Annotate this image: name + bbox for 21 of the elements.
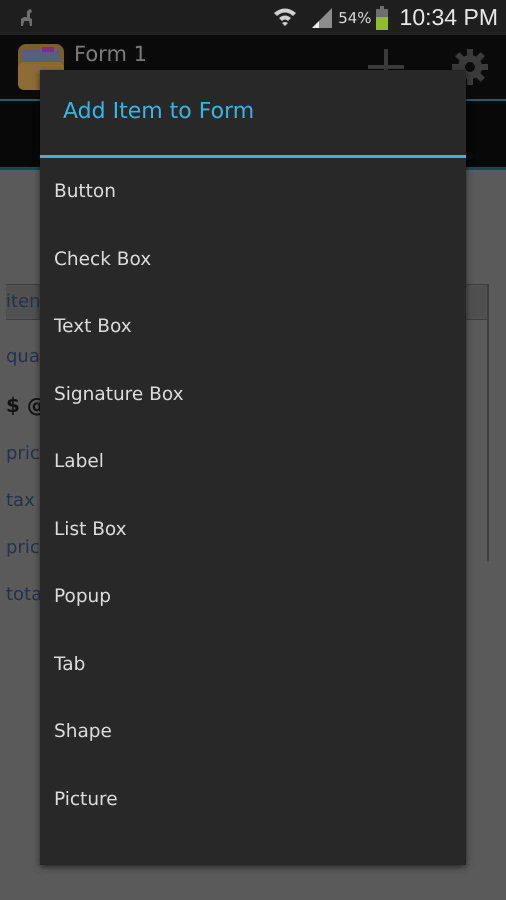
form-label: pric [6,537,40,558]
menu-item[interactable]: Text Box [40,293,466,360]
menu-item[interactable]: Signature Box [40,360,466,428]
signal-icon [310,6,334,30]
menu-item[interactable]: Tab [40,630,466,698]
battery-percent: 54% [338,8,372,26]
form-label: pric [6,443,40,464]
clock-time: 10:34 PM [400,4,498,31]
dialog-title: Add Item to Form [40,70,466,158]
form-title: Form 1 [74,42,147,66]
menu-item[interactable]: Button [40,158,466,226]
menu-item[interactable]: Popup [40,563,466,630]
form-label: tax [6,490,35,511]
menu-item[interactable]: Picture [40,766,466,833]
menu-item[interactable]: Shape [40,698,466,766]
menu-item[interactable]: Label [40,428,466,496]
battery-icon [376,6,388,30]
menu-item[interactable]: List Box [40,496,466,563]
menu-item[interactable]: Check Box [40,226,466,293]
form-label: qua [6,346,40,367]
form-label: tota [6,584,42,605]
